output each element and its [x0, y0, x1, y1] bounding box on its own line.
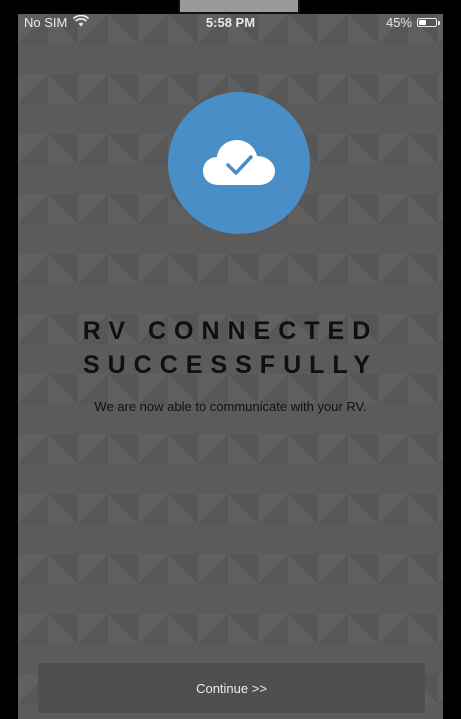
battery-percent: 45% [385, 15, 412, 30]
phone-screen: No SIM 5:58 PM 45% RV CONNECTED SUCCESSF… [18, 14, 443, 719]
continue-button[interactable]: Continue >> [38, 663, 425, 713]
status-bar: No SIM 5:58 PM 45% [18, 14, 443, 36]
window-tab [178, 0, 300, 14]
status-right: 45% [385, 15, 440, 30]
title-line-1: RV CONNECTED [82, 317, 379, 345]
battery-fill [419, 20, 426, 25]
status-time: 5:58 PM [205, 15, 256, 30]
battery-icon [417, 18, 440, 27]
cloud-check-icon [168, 92, 310, 234]
title-line-2: SUCCESSFULLY [82, 351, 379, 379]
continue-label: Continue >> [196, 680, 267, 696]
subtitle-text: We are now able to communicate with your… [94, 399, 367, 414]
